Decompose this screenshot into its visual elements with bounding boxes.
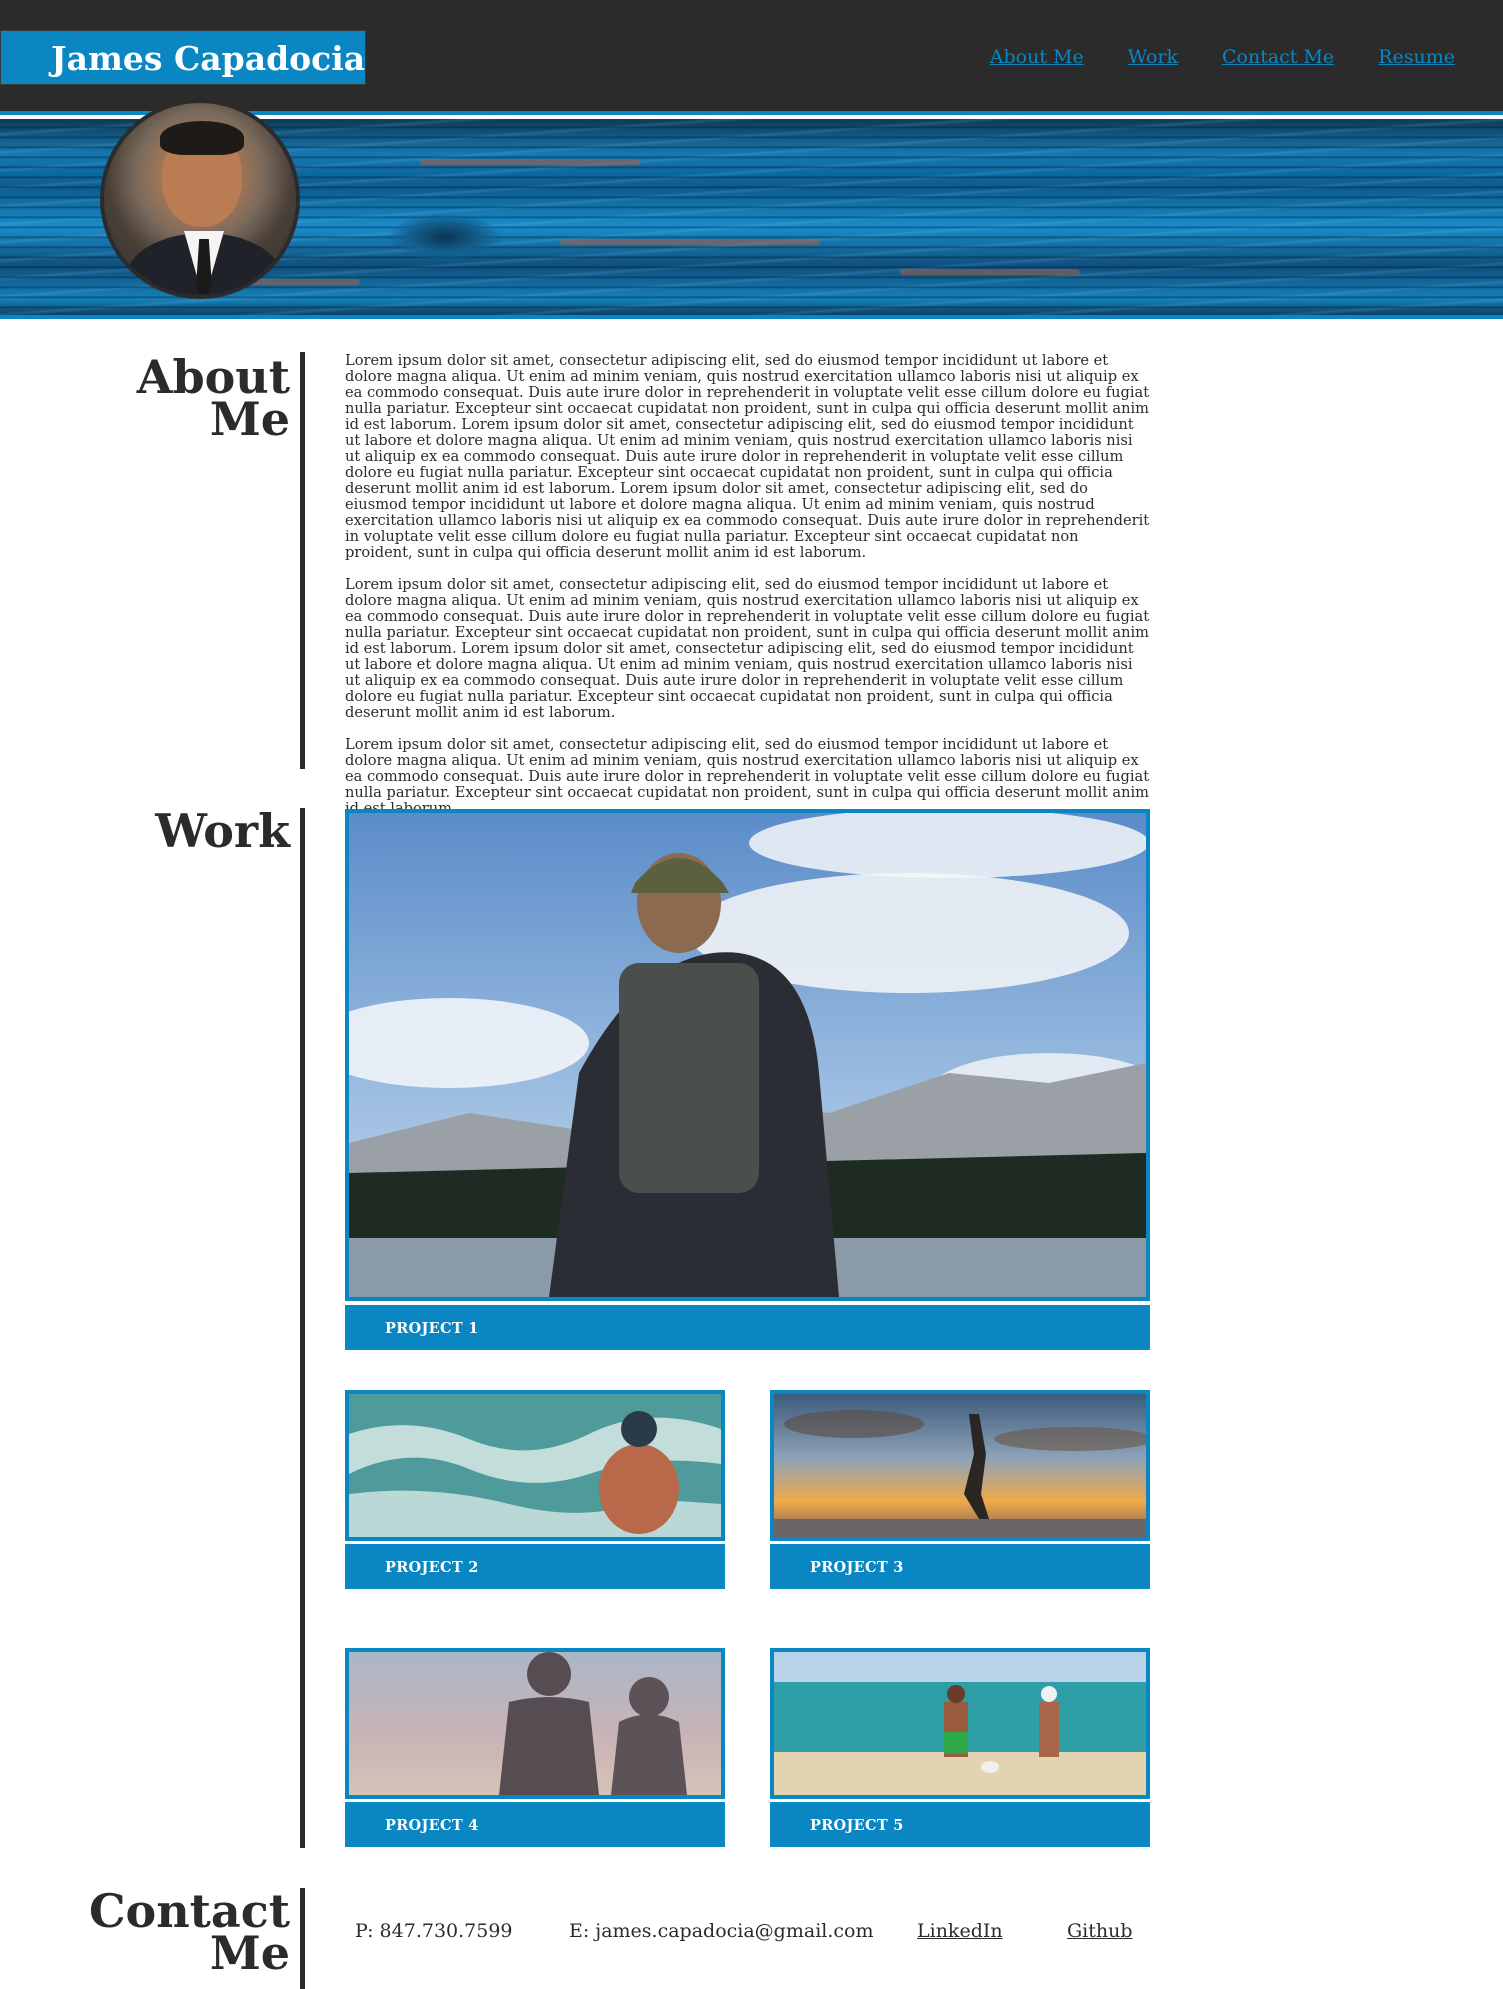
wood-grain-decoration bbox=[900, 269, 1080, 275]
project-card-4[interactable]: PROJECT 4 bbox=[345, 1648, 725, 1847]
sunset-photo-art bbox=[774, 1394, 1146, 1537]
handstand-sunset-photo bbox=[770, 1390, 1150, 1541]
contact-phone: P: 847.730.7599 bbox=[355, 1920, 513, 1942]
project-card-2[interactable]: PROJECT 2 bbox=[345, 1390, 725, 1589]
contact-info: P: 847.730.7599 E: james.capadocia@gmail… bbox=[355, 1920, 1133, 1942]
linkedin-link[interactable]: LinkedIn bbox=[917, 1920, 1067, 1942]
project-2-label[interactable]: PROJECT 2 bbox=[345, 1544, 725, 1589]
site-header: James Capadocia About Me Work Contact Me… bbox=[0, 0, 1503, 115]
project-1-label[interactable]: PROJECT 1 bbox=[345, 1305, 1150, 1350]
project-card-1[interactable]: PROJECT 1 bbox=[345, 809, 1150, 1352]
contact-divider bbox=[300, 1888, 305, 1989]
surfer-photo-art bbox=[349, 1394, 721, 1537]
about-text: Lorem ipsum dolor sit amet, consectetur … bbox=[345, 353, 1150, 833]
wood-grain-decoration bbox=[420, 159, 640, 165]
work-divider bbox=[300, 808, 305, 1848]
contact-heading-line2: Me bbox=[209, 1926, 290, 1980]
github-link[interactable]: Github bbox=[1067, 1920, 1133, 1942]
about-paragraph-3: Lorem ipsum dolor sit amet, consectetur … bbox=[345, 736, 1150, 817]
hiker-photo-art bbox=[349, 813, 1146, 1297]
work-heading: Work bbox=[155, 804, 290, 858]
contact-email: E: james.capadocia@gmail.com bbox=[569, 1920, 874, 1942]
about-divider bbox=[300, 352, 305, 769]
beach-photo-art bbox=[774, 1652, 1146, 1795]
nav-about-me[interactable]: About Me bbox=[990, 46, 1084, 68]
project-card-3[interactable]: PROJECT 3 bbox=[770, 1390, 1150, 1589]
hiker-mountain-lake-photo bbox=[345, 809, 1150, 1301]
brand-box: James Capadocia bbox=[0, 30, 366, 85]
nav-work[interactable]: Work bbox=[1128, 46, 1178, 68]
couple-silhouette-photo bbox=[345, 1648, 725, 1799]
silhouette-photo-art bbox=[349, 1652, 721, 1795]
wood-grain-decoration bbox=[560, 239, 820, 245]
main-nav: About Me Work Contact Me Resume bbox=[990, 46, 1455, 68]
site-title: James Capadocia bbox=[51, 39, 366, 78]
nav-contact-me[interactable]: Contact Me bbox=[1222, 46, 1334, 68]
project-4-label[interactable]: PROJECT 4 bbox=[345, 1802, 725, 1847]
about-paragraph-2: Lorem ipsum dolor sit amet, consectetur … bbox=[345, 576, 1150, 721]
project-5-label[interactable]: PROJECT 5 bbox=[770, 1802, 1150, 1847]
surfer-ocean-photo bbox=[345, 1390, 725, 1541]
about-heading-line2: Me bbox=[209, 392, 290, 446]
project-card-5[interactable]: PROJECT 5 bbox=[770, 1648, 1150, 1847]
avatar bbox=[100, 99, 300, 299]
about-heading: About Me bbox=[137, 354, 290, 446]
project-3-label[interactable]: PROJECT 3 bbox=[770, 1544, 1150, 1589]
avatar-hair-shape bbox=[160, 121, 244, 155]
about-paragraph-1: Lorem ipsum dolor sit amet, consectetur … bbox=[345, 352, 1150, 561]
wood-knot-decoration bbox=[390, 214, 500, 260]
contact-heading: Contact Me bbox=[89, 1888, 290, 1980]
nav-resume[interactable]: Resume bbox=[1378, 46, 1455, 68]
beach-couple-dog-photo bbox=[770, 1648, 1150, 1799]
